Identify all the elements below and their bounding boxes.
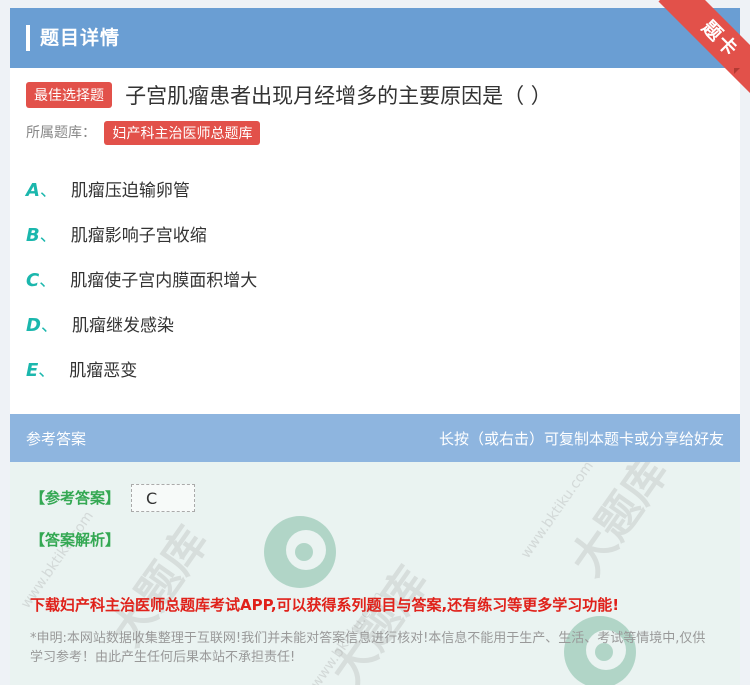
option-text: 肌瘤继发感染 xyxy=(71,316,174,336)
option-letter: D xyxy=(26,315,41,336)
share-hint: 长按（或右击）可复制本题卡或分享给好友 xyxy=(438,430,724,448)
ribbon-fold xyxy=(734,68,740,74)
bank-name-badge[interactable]: 妇产科主治医师总题库 xyxy=(104,121,261,145)
page-header: 题目详情 xyxy=(10,8,740,68)
option-letter: B xyxy=(26,225,40,246)
question-line: 最佳选择题 子宫肌瘤患者出现月经增多的主要原因是（ ） xyxy=(26,80,552,110)
app-promo-link[interactable]: 下载妇产科主治医师总题库考试APP,可以获得系列题目与答案,还有练习等更多学习功… xyxy=(30,594,619,615)
option-c[interactable]: C、 肌瘤使子宫内膜面积增大 xyxy=(26,266,257,291)
option-text: 肌瘤使子宫内膜面积增大 xyxy=(70,271,258,291)
option-text: 肌瘤影响子宫收缩 xyxy=(70,226,207,246)
page-title: 题目详情 xyxy=(40,27,121,49)
option-b[interactable]: B、 肌瘤影响子宫收缩 xyxy=(26,221,207,246)
option-letter: C xyxy=(26,270,40,291)
header-accent-bar xyxy=(26,25,30,51)
option-letter: A xyxy=(26,180,40,201)
disclaimer-text: *申明:本网站数据收集整理于互联网!我们并未能对答案信息进行核对!本信息不能用于… xyxy=(30,631,706,665)
option-e[interactable]: E、 肌瘤恶变 xyxy=(26,356,137,381)
question-bank: 所属题库： 妇产科主治医师总题库 xyxy=(26,121,261,145)
answer-section-title: 参考答案 xyxy=(26,430,87,448)
watermark-logo-icon xyxy=(264,516,336,588)
bank-label: 所属题库： xyxy=(26,125,96,141)
answer-value: C xyxy=(131,484,195,512)
answer-header: 参考答案 长按（或右击）可复制本题卡或分享给好友 xyxy=(10,414,740,462)
option-d[interactable]: D、 肌瘤继发感染 xyxy=(26,311,174,336)
option-text: 肌瘤恶变 xyxy=(69,361,138,381)
answer-label: 【参考答案】 xyxy=(30,489,121,507)
option-text: 肌瘤压迫输卵管 xyxy=(70,181,190,201)
option-a[interactable]: A、 肌瘤压迫输卵管 xyxy=(26,176,190,201)
question-type-badge: 最佳选择题 xyxy=(26,82,112,108)
option-letter: E xyxy=(26,360,39,381)
analysis-label: 【答案解析】 xyxy=(30,531,121,549)
question-text: 子宫肌瘤患者出现月经增多的主要原因是（ ） xyxy=(125,84,552,108)
